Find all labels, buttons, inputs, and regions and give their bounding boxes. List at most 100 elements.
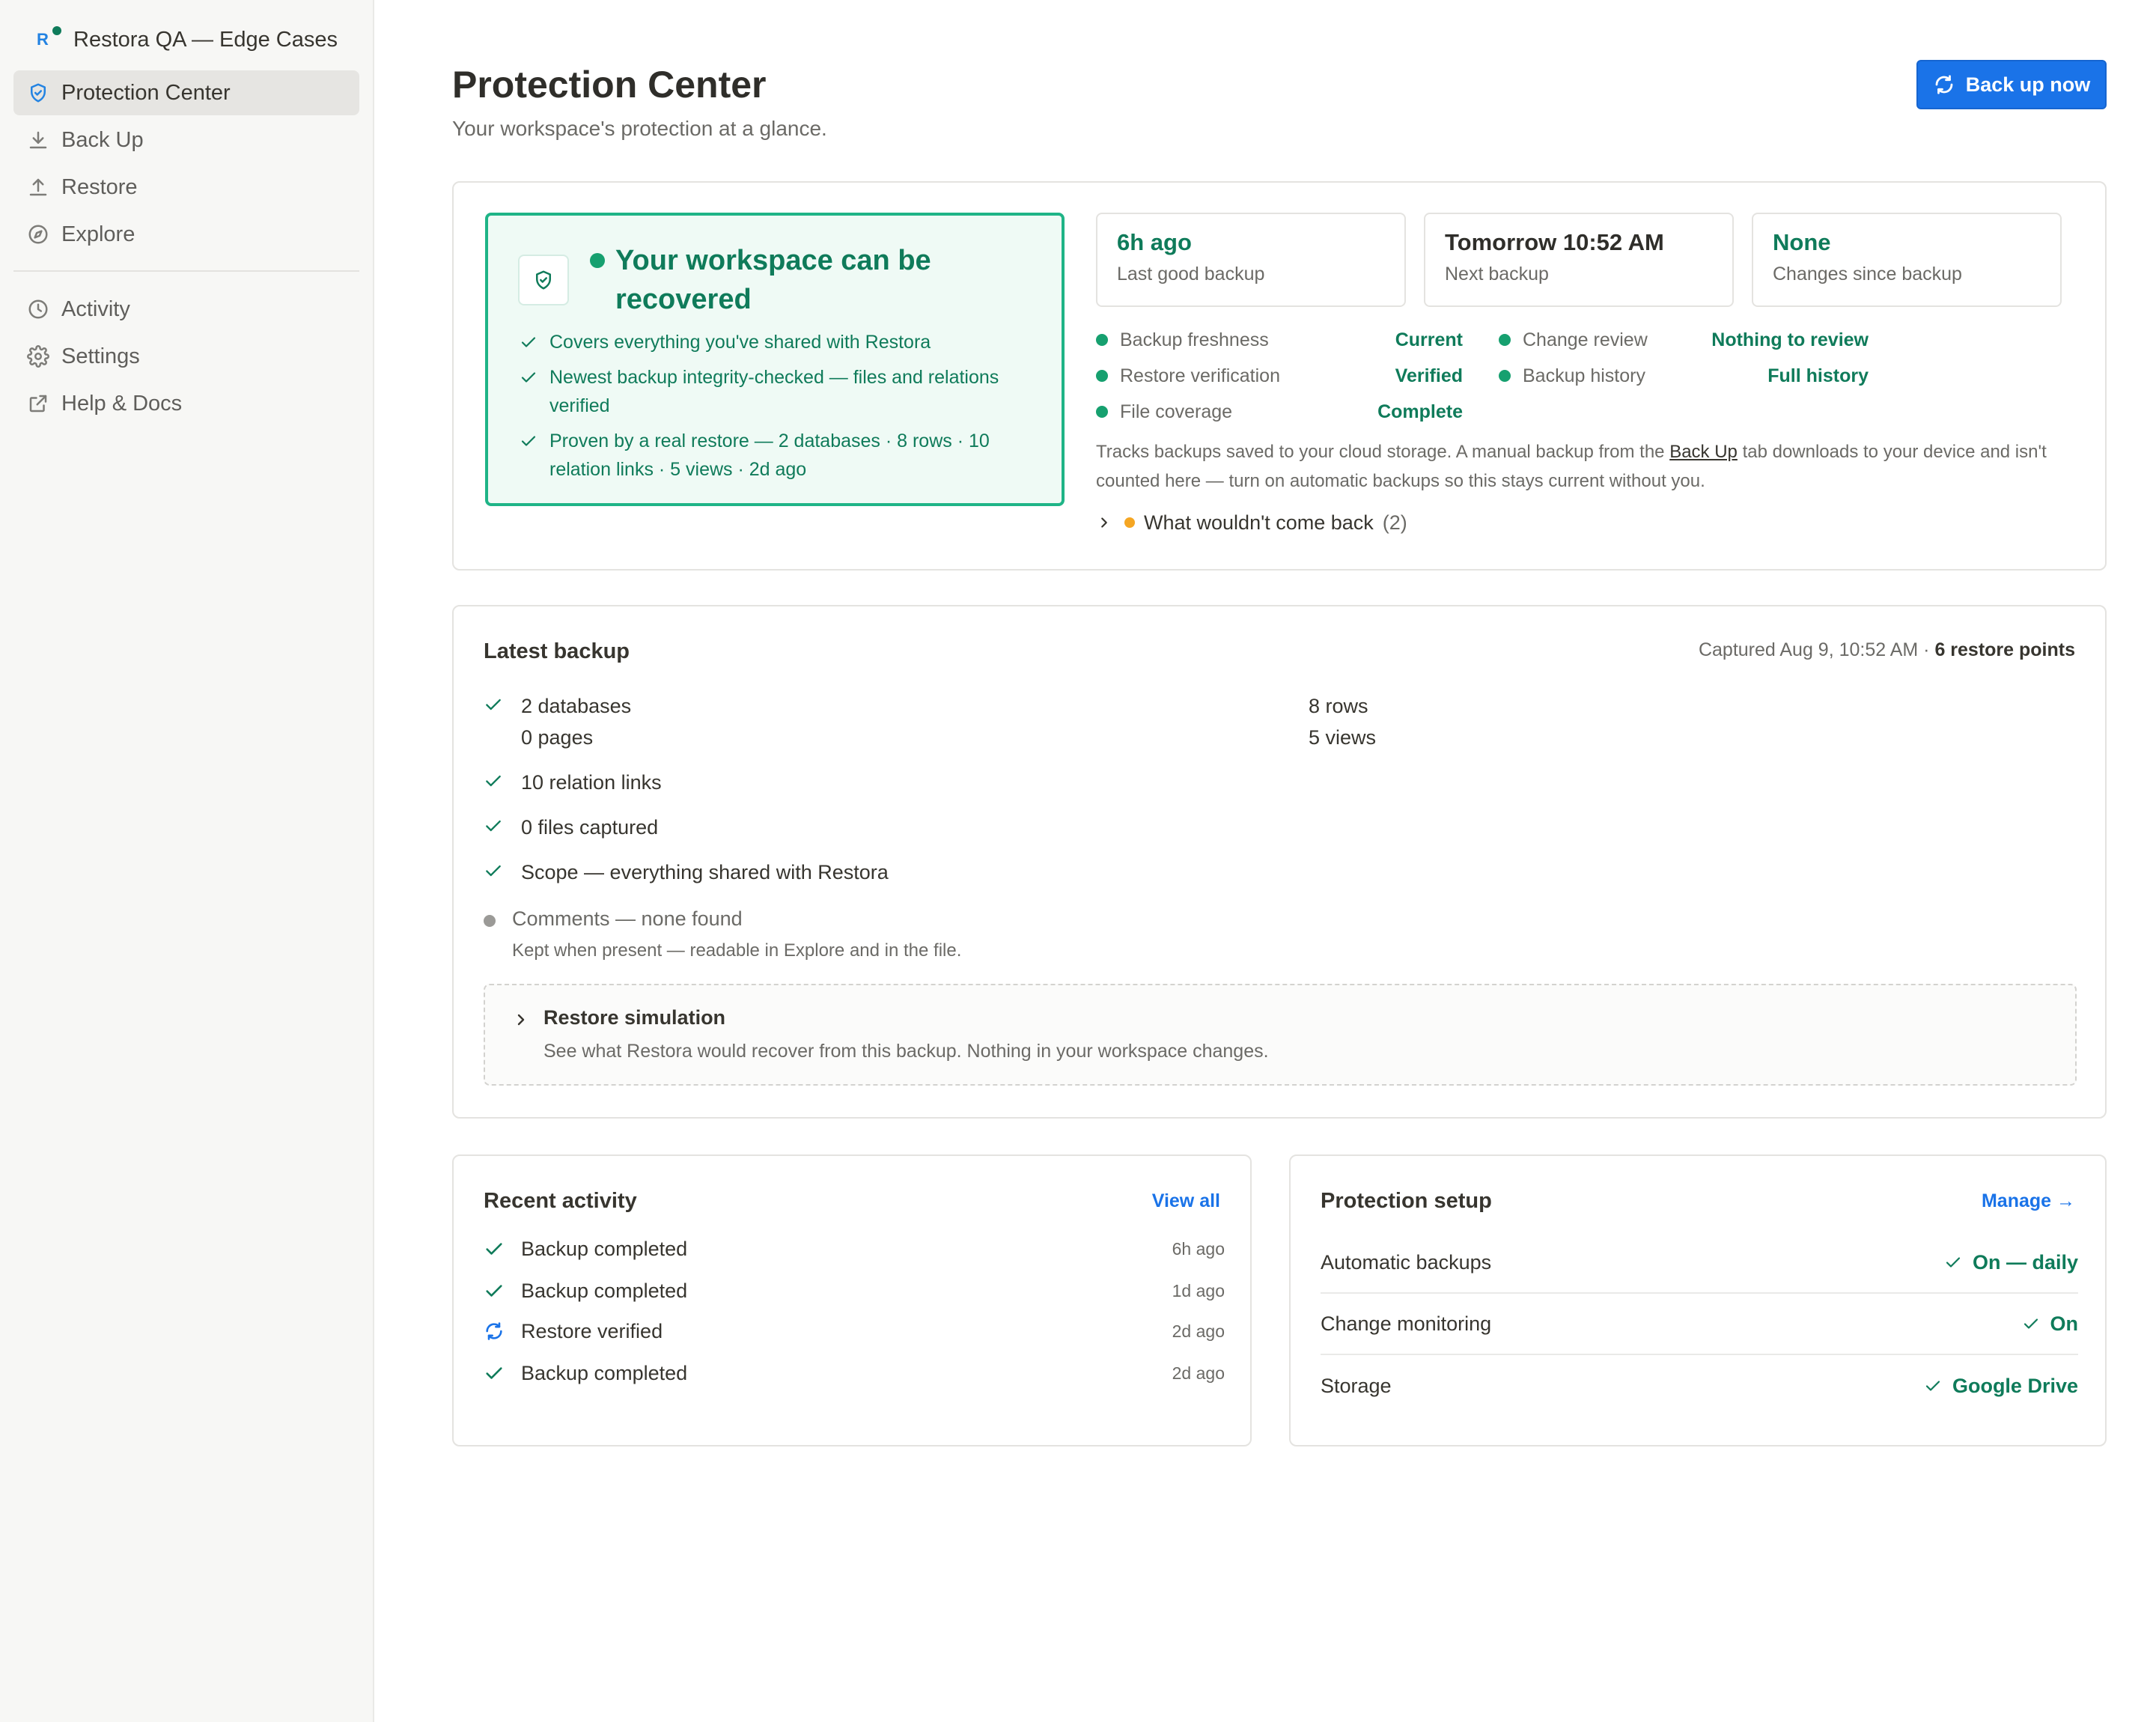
- check-icon: [484, 861, 503, 880]
- page-subtitle: Your workspace's protection at a glance.: [452, 117, 827, 140]
- comments-note: Kept when present — readable in Explore …: [512, 940, 962, 961]
- latest-backup-title: Latest backup: [484, 639, 630, 663]
- sidebar-nav: Protection Center Back Up Restore Explor…: [13, 70, 359, 426]
- status-check-item: Covers everything you've shared with Res…: [520, 328, 1044, 356]
- warning-dot: [1124, 517, 1135, 528]
- stat-last-good-backup: 6h ago Last good backup: [1096, 213, 1406, 307]
- criteria-right: Change review Nothing to review Backup h…: [1499, 322, 1869, 397]
- setup-row-storage: Storage Google Drive: [1321, 1374, 2078, 1398]
- check-icon: [520, 368, 538, 386]
- setup-value: Google Drive: [1924, 1375, 2078, 1398]
- stat-changes-since-backup: None Changes since backup: [1752, 213, 2062, 307]
- shield-icon: [518, 255, 569, 305]
- recent-activity-title: Recent activity: [484, 1189, 637, 1213]
- criterion-value: Full history: [1767, 365, 1869, 386]
- backup-item-scope: Scope — everything shared with Restora: [484, 857, 889, 888]
- status-checks: Covers everything you've shared with Res…: [520, 328, 1044, 490]
- sidebar-item-help-docs[interactable]: Help & Docs: [13, 381, 359, 426]
- backup-item-databases: 2 databases 0 pages: [484, 690, 631, 753]
- criterion-value: Nothing to review: [1711, 329, 1869, 350]
- stat-value: 6h ago: [1117, 229, 1192, 255]
- status-dot: [590, 253, 605, 268]
- check-icon: [520, 333, 538, 351]
- upload-icon: [27, 176, 49, 198]
- back-up-tab-link[interactable]: Back Up: [1669, 442, 1738, 462]
- sidebar-item-label: Activity: [61, 296, 130, 321]
- captured-info: Captured Aug 9, 10:52 AM · 6 restore poi…: [1698, 639, 2075, 660]
- protection-status-card: Your workspace can be recovered Covers e…: [452, 181, 2107, 571]
- sidebar-item-back-up[interactable]: Back Up: [13, 118, 359, 162]
- stat-value: Tomorrow 10:52 AM: [1445, 229, 1664, 255]
- back-up-now-button[interactable]: Back up now: [1916, 60, 2107, 109]
- restore-simulation-toggle[interactable]: Restore simulation See what Restora woul…: [484, 984, 2077, 1086]
- activity-item[interactable]: Backup completed 6h ago: [484, 1232, 1225, 1265]
- criterion-restore-verification: Restore verification: [1096, 358, 1280, 394]
- restore-simulation-title: Restore simulation: [543, 1006, 726, 1029]
- page-title: Protection Center: [452, 64, 767, 106]
- stat-next-backup: Tomorrow 10:52 AM Next backup: [1424, 213, 1734, 307]
- recoverable-banner: Your workspace can be recovered Covers e…: [485, 213, 1065, 506]
- view-all-link[interactable]: View all: [1152, 1190, 1220, 1212]
- protection-setup-card: Protection setup Manage → Automatic back…: [1289, 1154, 2107, 1446]
- gear-icon: [27, 345, 49, 368]
- check-icon: [520, 432, 538, 450]
- criterion-value: Current: [1395, 329, 1463, 350]
- stat-label: Next backup: [1445, 264, 1549, 285]
- activity-item[interactable]: Backup completed 2d ago: [484, 1357, 1225, 1390]
- refresh-icon: [484, 1321, 505, 1342]
- chevron-right-icon: [1096, 514, 1112, 531]
- refresh-icon: [1933, 73, 1955, 96]
- sidebar-item-explore[interactable]: Explore: [13, 212, 359, 257]
- tracking-note: Tracks backups saved to your cloud stora…: [1096, 442, 2047, 491]
- sidebar-item-label: Help & Docs: [61, 391, 183, 416]
- activity-item[interactable]: Restore verified 2d ago: [484, 1315, 1225, 1348]
- activity-item[interactable]: Backup completed 1d ago: [484, 1274, 1225, 1307]
- status-check-item: Proven by a real restore — 2 databases ·…: [520, 427, 1044, 484]
- sidebar-item-label: Back Up: [61, 127, 144, 152]
- criterion-file-coverage: File coverage: [1096, 394, 1232, 430]
- criterion-value: Complete: [1377, 401, 1463, 422]
- restore-points: 6 restore points: [1934, 639, 2075, 660]
- manage-link[interactable]: Manage →: [1982, 1190, 2075, 1212]
- setup-row-change-monitoring: Change monitoring On: [1321, 1294, 2078, 1355]
- check-icon: [484, 695, 503, 714]
- backup-item-comments: Comments — none found: [512, 907, 743, 930]
- workspace-name: Restora QA — Edge Cases: [73, 27, 338, 52]
- shield-icon: [27, 82, 49, 104]
- backup-item-relation-links: 10 relation links: [484, 767, 662, 798]
- neutral-dot: [484, 915, 496, 927]
- restore-simulation-desc: See what Restora would recover from this…: [543, 1041, 1269, 1062]
- stat-value: None: [1773, 229, 1831, 255]
- recent-activity-card: Recent activity View all Backup complete…: [452, 1154, 1252, 1446]
- sidebar: R Restora QA — Edge Cases Protection Cen…: [0, 0, 374, 1722]
- compass-icon: [27, 223, 49, 246]
- check-icon: [1944, 1253, 1962, 1271]
- criterion-change-review: Change review: [1499, 322, 1648, 358]
- sidebar-item-settings[interactable]: Settings: [13, 334, 359, 379]
- setup-value: On: [2022, 1312, 2078, 1336]
- sidebar-item-activity[interactable]: Activity: [13, 287, 359, 332]
- back-up-now-label: Back up now: [1965, 73, 2091, 96]
- setup-row-automatic-backups: Automatic backups On — daily: [1321, 1232, 2078, 1294]
- sidebar-divider: [13, 270, 359, 272]
- check-icon: [2022, 1315, 2040, 1333]
- check-icon: [484, 1280, 505, 1301]
- criterion-backup-freshness: Backup freshness: [1096, 322, 1269, 358]
- check-icon: [484, 1363, 505, 1384]
- stat-label: Last good backup: [1117, 264, 1265, 285]
- check-icon: [484, 816, 503, 836]
- workspace-status-dot: [52, 26, 61, 35]
- clock-icon: [27, 298, 49, 320]
- backup-item-rows-views: 8 rows 5 views: [1309, 695, 1377, 749]
- unrecoverable-items-toggle[interactable]: What wouldn't come back (2): [1096, 508, 1407, 538]
- external-link-icon: [27, 392, 49, 415]
- sidebar-item-protection-center[interactable]: Protection Center: [13, 70, 359, 115]
- check-icon: [484, 1238, 505, 1259]
- workspace-switcher[interactable]: R Restora QA — Edge Cases: [13, 16, 359, 63]
- latest-backup-card: Latest backup Captured Aug 9, 10:52 AM ·…: [452, 605, 2107, 1119]
- sidebar-item-restore[interactable]: Restore: [13, 165, 359, 210]
- criteria-left: Backup freshness Current Restore verific…: [1096, 322, 1463, 434]
- sidebar-item-label: Protection Center: [61, 80, 231, 105]
- check-icon: [484, 771, 503, 791]
- chevron-right-icon: [512, 1011, 530, 1029]
